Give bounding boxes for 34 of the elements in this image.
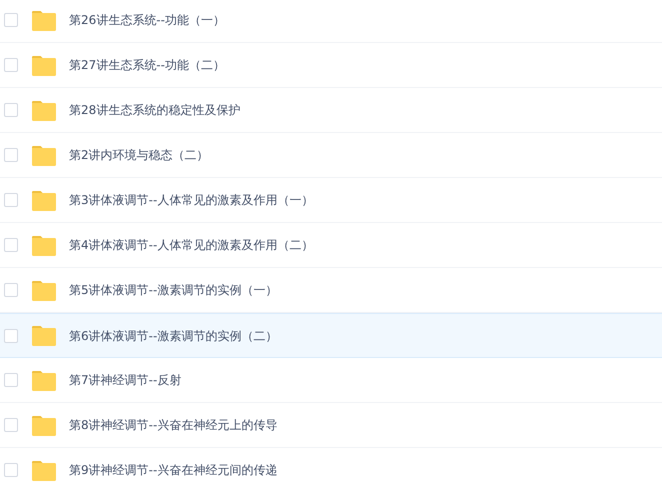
folder-icon [31, 460, 57, 480]
folder-icon [31, 280, 57, 300]
folder-icon [31, 144, 57, 166]
folder-icon [31, 54, 57, 76]
file-name[interactable]: 第9讲神经调节--兴奋在神经元间的传递 [69, 461, 278, 479]
checkbox[interactable] [4, 418, 18, 432]
file-name[interactable]: 第4讲体液调节--人体常见的激素及作用（二） [69, 236, 314, 254]
checkbox[interactable] [4, 373, 18, 387]
checkbox[interactable] [4, 193, 18, 207]
checkbox[interactable] [4, 13, 18, 27]
checkbox[interactable] [4, 463, 18, 477]
checkbox[interactable] [4, 283, 18, 297]
file-row[interactable]: 第6讲体液调节--激素调节的实例（二） [0, 313, 662, 358]
file-name[interactable]: 第8讲神经调节--兴奋在神经元上的传导 [69, 416, 278, 434]
folder-icon [31, 10, 57, 30]
folder-icon [31, 234, 57, 256]
file-name[interactable]: 第28讲生态系统的稳定性及保护 [69, 101, 240, 119]
folder-icon [31, 190, 57, 210]
file-name[interactable]: 第5讲体液调节--激素调节的实例（一） [69, 281, 278, 299]
checkbox[interactable] [4, 148, 18, 162]
checkbox[interactable] [4, 238, 18, 252]
file-name[interactable]: 第3讲体液调节--人体常见的激素及作用（一） [69, 191, 314, 209]
folder-icon [31, 325, 57, 346]
folder-icon [31, 370, 57, 390]
checkbox[interactable] [4, 328, 18, 342]
folder-icon [31, 100, 57, 120]
folder-icon [31, 414, 57, 436]
file-name[interactable]: 第6讲体液调节--激素调节的实例（二） [69, 326, 278, 344]
file-name[interactable]: 第2讲内环境与稳态（二） [69, 146, 209, 164]
checkbox[interactable] [4, 58, 18, 72]
file-name[interactable]: 第26讲生态系统--功能（一） [69, 11, 225, 29]
file-name[interactable]: 第7讲神经调节--反射 [69, 371, 182, 389]
checkbox[interactable] [4, 103, 18, 117]
file-name[interactable]: 第27讲生态系统--功能（二） [69, 56, 225, 74]
